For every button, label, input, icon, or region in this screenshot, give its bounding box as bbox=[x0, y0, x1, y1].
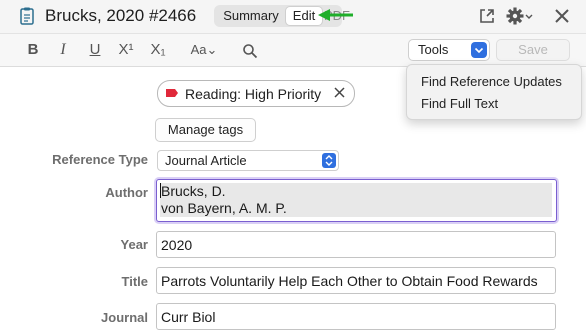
journal-value: Curr Biol bbox=[161, 309, 216, 325]
underline-button[interactable]: U bbox=[88, 41, 102, 59]
chevron-down-icon bbox=[471, 42, 487, 58]
author-line: von Bayern, A. M. P. bbox=[161, 200, 287, 216]
tools-label: Tools bbox=[418, 42, 449, 57]
menu-item-find-full-text[interactable]: Find Full Text bbox=[421, 96, 498, 111]
manage-tags-button[interactable]: Manage tags bbox=[155, 118, 256, 142]
tools-dropdown[interactable]: Tools bbox=[408, 39, 490, 61]
formatting-toolbar: B I U X¹ X₁ Aa⌄ Tools Save bbox=[0, 33, 586, 67]
subscript-button[interactable]: X₁ bbox=[148, 41, 168, 59]
title-value: Parrots Voluntarily Help Each Other to O… bbox=[161, 273, 538, 289]
year-label: Year bbox=[120, 237, 148, 252]
reference-document-icon bbox=[20, 7, 34, 25]
tab-summary[interactable]: Summary bbox=[217, 7, 285, 25]
bold-button[interactable]: B bbox=[26, 41, 40, 59]
save-button[interactable]: Save bbox=[496, 39, 570, 61]
remove-tag-icon[interactable] bbox=[333, 86, 346, 99]
reference-type-label: Reference Type bbox=[52, 152, 148, 167]
open-in-window-icon[interactable] bbox=[478, 7, 496, 25]
author-line: Brucks, D. bbox=[161, 183, 226, 199]
italic-button[interactable]: I bbox=[56, 41, 70, 59]
tag-chip[interactable]: Reading: High Priority bbox=[157, 80, 355, 107]
journal-field[interactable]: Curr Biol bbox=[156, 303, 556, 330]
author-field[interactable]: Brucks, D. von Bayern, A. M. P. bbox=[156, 179, 557, 222]
author-label: Author bbox=[105, 185, 148, 200]
year-value: 2020 bbox=[161, 237, 193, 253]
tab-edit[interactable]: Edit bbox=[286, 7, 322, 25]
reference-type-select[interactable]: Journal Article bbox=[157, 150, 339, 171]
reference-title: Brucks, 2020 #2466 bbox=[45, 6, 197, 25]
reference-type-value: Journal Article bbox=[165, 153, 247, 168]
menu-item-find-reference-updates[interactable]: Find Reference Updates bbox=[421, 74, 562, 89]
annotation-arrow-icon bbox=[318, 9, 353, 21]
superscript-button[interactable]: X¹ bbox=[116, 41, 136, 59]
search-icon[interactable] bbox=[242, 42, 258, 60]
close-icon[interactable] bbox=[552, 6, 572, 26]
year-field[interactable]: 2020 bbox=[156, 231, 556, 258]
font-size-button[interactable]: Aa⌄ bbox=[188, 41, 220, 59]
journal-label: Journal bbox=[101, 310, 148, 325]
gear-icon[interactable] bbox=[506, 6, 534, 26]
tag-label: Reading: High Priority bbox=[185, 86, 322, 102]
title-bar: Brucks, 2020 #2466 Summary Edit PDF bbox=[0, 0, 586, 33]
title-label: Title bbox=[121, 274, 149, 289]
tag-icon bbox=[166, 89, 178, 97]
tools-menu: Find Reference Updates Find Full Text bbox=[406, 64, 582, 120]
chevron-updown-icon bbox=[322, 153, 336, 168]
title-field[interactable]: Parrots Voluntarily Help Each Other to O… bbox=[156, 267, 556, 294]
